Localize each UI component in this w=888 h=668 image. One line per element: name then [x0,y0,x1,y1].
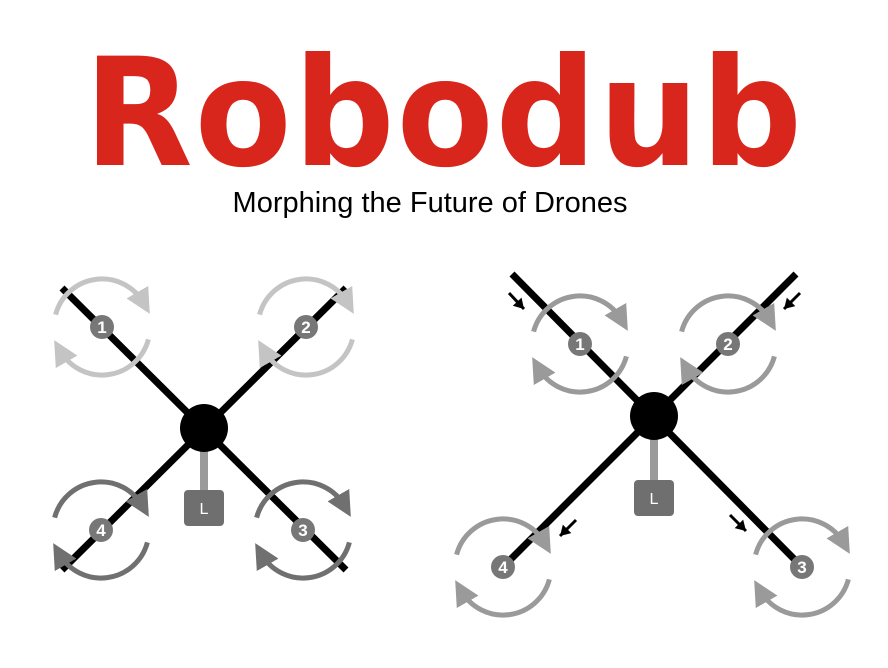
rotor-arc [455,578,552,618]
standard-quadcopter: L 1 2 3 4 [52,276,355,581]
arm-shift-arrow-icon [728,513,748,533]
motor-2: 2 [257,276,355,378]
rotor-arc [254,479,351,519]
motor-label: 4 [498,558,508,577]
motor-4: 4 [52,479,150,581]
motor-3: 3 [254,479,352,581]
central-hub [630,392,678,440]
robodub-diagram: Robodub Morphing the Future of Drones L 1… [52,27,851,618]
tagline: Morphing the Future of Drones [233,187,628,219]
motor-4: 4 [454,516,552,618]
load-label: L [200,501,209,518]
motor-label: 2 [723,335,732,354]
arm-shift-arrow-icon [558,518,578,538]
motor-1: 1 [531,293,629,395]
motor-3: 3 [753,516,851,618]
arm-shift-arrow-icon [507,291,526,311]
arm-shift-arrow-icon [782,291,802,311]
motor-2: 2 [679,293,777,395]
motor-label: 1 [97,318,106,337]
central-hub [180,404,228,452]
rotor-arc [754,578,851,618]
motor-1: 1 [53,276,151,378]
logo-wordmark: Robodub [84,27,804,201]
motor-label: 2 [301,318,310,337]
motor-label: 3 [298,521,307,540]
motor-label: 3 [797,558,806,577]
motor-label: 1 [575,335,584,354]
load-label: L [650,491,659,508]
motor-label: 4 [96,521,106,540]
morphed-quadcopter: L 1 2 3 4 [454,271,851,618]
